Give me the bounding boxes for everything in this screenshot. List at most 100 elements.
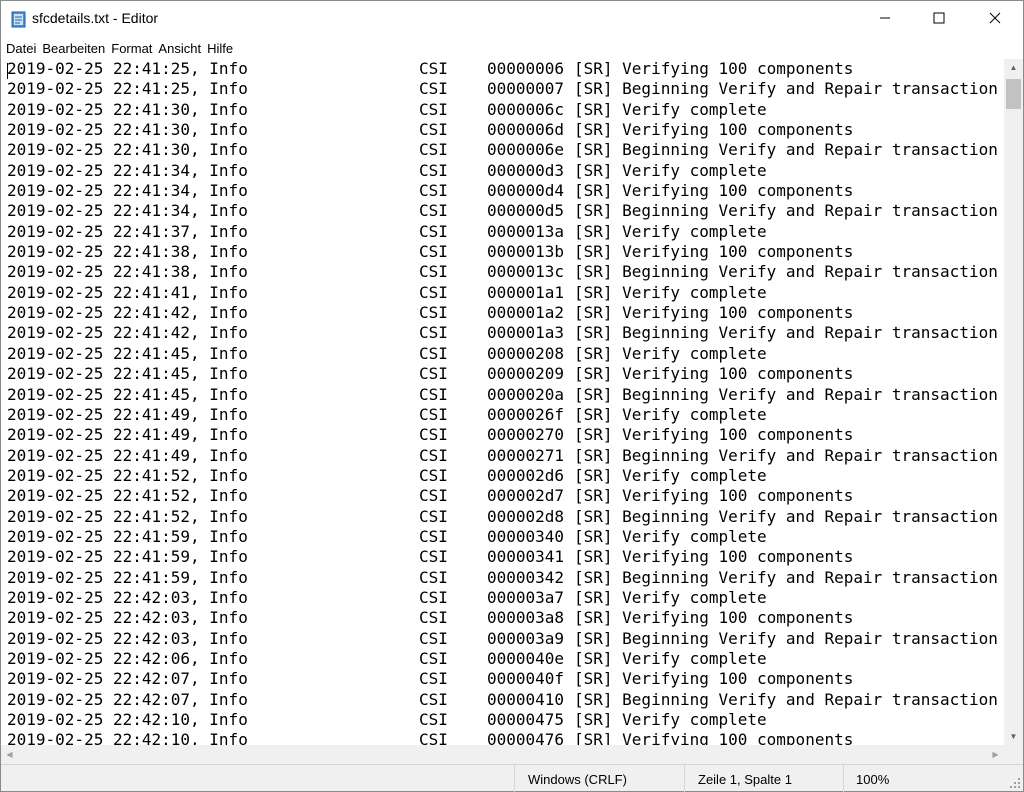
status-separator [843, 765, 844, 792]
horizontal-scrollbar[interactable]: ◀ ▶ [1, 745, 1004, 764]
close-icon [989, 12, 1001, 24]
log-message: [SR] Verifying 100 components [574, 608, 854, 628]
scroll-right-arrow-icon[interactable]: ▶ [987, 745, 1004, 764]
log-timestamp: 2019-02-25 22:42:10, Info [7, 710, 248, 729]
log-source: CSI [419, 160, 448, 180]
menu-datei[interactable]: Datei [6, 40, 36, 57]
log-id: 0000006c [487, 99, 565, 119]
log-id: 00000475 [487, 710, 565, 729]
log-message: [SR] Verify complete [574, 587, 767, 607]
log-source: CSI [419, 242, 448, 262]
log-id: 0000040f [487, 669, 565, 689]
log-message: [SR] Beginning Verify and Repair transac… [574, 323, 998, 343]
text-line: 2019-02-25 22:42:03, Info CSI 000003a8 [SR]… [1, 608, 1004, 628]
log-timestamp: 2019-02-25 22:41:45, Info [7, 364, 248, 384]
log-timestamp: 2019-02-25 22:41:30, Info [7, 140, 248, 160]
log-source: CSI [419, 526, 448, 546]
log-timestamp: 2019-02-25 22:41:34, Info [7, 160, 248, 180]
log-message: [SR] Beginning Verify and Repair transac… [574, 506, 998, 526]
notepad-icon [11, 11, 26, 28]
log-timestamp: 2019-02-25 22:42:07, Info [7, 689, 248, 709]
window-title: sfcdetails.txt - Editor [32, 10, 159, 26]
log-source: CSI [419, 221, 448, 241]
log-id: 00000341 [487, 547, 565, 567]
scroll-down-arrow-icon[interactable]: ▼ [1004, 728, 1023, 745]
log-id: 00000342 [487, 567, 565, 587]
log-timestamp: 2019-02-25 22:41:49, Info [7, 404, 248, 424]
log-source: CSI [419, 262, 448, 282]
log-timestamp: 2019-02-25 22:41:49, Info [7, 425, 248, 445]
text-area[interactable]: 2019-02-25 22:41:25, Info CSI 00000006 [SR]… [1, 59, 1004, 745]
log-message: [SR] Verify complete [574, 282, 767, 302]
log-source: CSI [419, 120, 448, 140]
log-id: 000002d8 [487, 506, 565, 526]
text-line: 2019-02-25 22:41:49, Info CSI 0000026f [SR]… [1, 405, 1004, 425]
text-line: 2019-02-25 22:41:45, Info CSI 00000208 [SR]… [1, 344, 1004, 364]
menu-ansicht[interactable]: Ansicht [158, 40, 201, 57]
log-timestamp: 2019-02-25 22:42:10, Info [7, 730, 248, 745]
text-line: 2019-02-25 22:41:38, Info CSI 0000013c [SR]… [1, 262, 1004, 282]
log-timestamp: 2019-02-25 22:41:38, Info [7, 242, 248, 262]
log-source: CSI [419, 425, 448, 445]
log-timestamp: 2019-02-25 22:41:52, Info [7, 465, 248, 485]
log-id: 00000476 [487, 730, 565, 745]
close-button[interactable] [972, 1, 1018, 35]
menu-format[interactable]: Format [111, 40, 152, 57]
log-source: CSI [419, 567, 448, 587]
log-timestamp: 2019-02-25 22:41:59, Info [7, 547, 248, 567]
text-line: 2019-02-25 22:41:42, Info CSI 000001a3 [SR]… [1, 323, 1004, 343]
text-line: 2019-02-25 22:41:25, Info CSI 00000007 [SR]… [1, 79, 1004, 99]
log-source: CSI [419, 384, 448, 404]
log-message: [SR] Beginning Verify and Repair transac… [574, 140, 998, 160]
maximize-icon [933, 12, 945, 24]
log-message: [SR] Verifying 100 components [574, 181, 854, 201]
log-message: [SR] Verifying 100 components [574, 303, 854, 323]
status-separator [684, 765, 685, 792]
text-line: 2019-02-25 22:41:34, Info CSI 000000d5 [SR]… [1, 201, 1004, 221]
minimize-button[interactable] [862, 1, 908, 35]
maximize-button[interactable] [916, 1, 962, 35]
log-timestamp: 2019-02-25 22:41:25, Info [7, 59, 248, 78]
log-id: 0000040e [487, 648, 565, 668]
log-timestamp: 2019-02-25 22:41:41, Info [7, 282, 248, 302]
text-line: 2019-02-25 22:41:30, Info CSI 0000006d [SR]… [1, 120, 1004, 140]
text-line: 2019-02-25 22:42:06, Info CSI 0000040e [SR]… [1, 649, 1004, 669]
log-message: [SR] Beginning Verify and Repair transac… [574, 201, 998, 221]
log-source: CSI [419, 608, 448, 628]
log-message: [SR] Verify complete [574, 465, 767, 485]
log-timestamp: 2019-02-25 22:42:03, Info [7, 608, 248, 628]
log-source: CSI [419, 181, 448, 201]
log-id: 000001a2 [487, 303, 565, 323]
status-separator [514, 765, 515, 792]
log-message: [SR] Verify complete [574, 526, 767, 546]
log-message: [SR] Beginning Verify and Repair transac… [574, 628, 998, 648]
log-id: 00000208 [487, 343, 565, 363]
title-bar[interactable]: sfcdetails.txt - Editor [1, 1, 1023, 37]
vertical-scrollbar[interactable]: ▲ ▼ [1004, 59, 1023, 745]
log-id: 000000d4 [487, 181, 565, 201]
log-timestamp: 2019-02-25 22:41:38, Info [7, 262, 248, 282]
log-timestamp: 2019-02-25 22:42:03, Info [7, 587, 248, 607]
text-line: 2019-02-25 22:42:07, Info CSI 0000040f [SR]… [1, 669, 1004, 689]
log-message: [SR] Beginning Verify and Repair transac… [574, 384, 998, 404]
vertical-scroll-thumb[interactable] [1006, 79, 1021, 109]
log-id: 00000007 [487, 79, 565, 99]
log-id: 00000006 [487, 59, 565, 78]
scroll-up-arrow-icon[interactable]: ▲ [1004, 59, 1023, 76]
scroll-left-arrow-icon[interactable]: ◀ [1, 745, 18, 764]
resize-grip-icon[interactable] [1010, 778, 1020, 788]
log-timestamp: 2019-02-25 22:41:30, Info [7, 120, 248, 140]
log-message: [SR] Verifying 100 components [574, 425, 854, 445]
log-message: [SR] Verify complete [574, 343, 767, 363]
log-message: [SR] Verify complete [574, 404, 767, 424]
log-source: CSI [419, 730, 448, 745]
log-source: CSI [419, 364, 448, 384]
text-line: 2019-02-25 22:42:10, Info CSI 00000476 [SR]… [1, 730, 1004, 745]
log-source: CSI [419, 404, 448, 424]
menu-bearbeiten[interactable]: Bearbeiten [42, 40, 105, 57]
text-line: 2019-02-25 22:42:07, Info CSI 00000410 [SR]… [1, 690, 1004, 710]
log-source: CSI [419, 506, 448, 526]
log-source: CSI [419, 648, 448, 668]
menu-hilfe[interactable]: Hilfe [207, 40, 233, 57]
text-line: 2019-02-25 22:41:49, Info CSI 00000271 [SR]… [1, 446, 1004, 466]
